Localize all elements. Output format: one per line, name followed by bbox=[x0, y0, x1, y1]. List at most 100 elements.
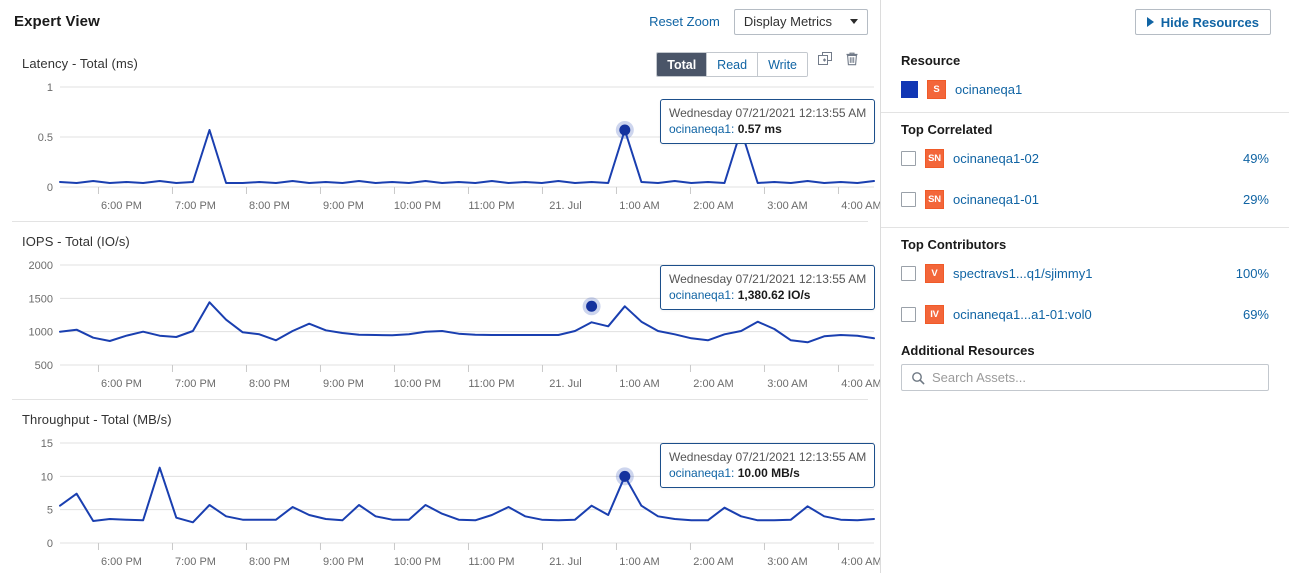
resources-sidebar: Hide Resources Resource S ocinaneqa1 Top… bbox=[880, 0, 1289, 573]
svg-text:10:00 PM: 10:00 PM bbox=[394, 378, 441, 390]
trash-icon[interactable] bbox=[844, 51, 860, 72]
svg-text:0: 0 bbox=[47, 182, 53, 194]
svg-text:4:00 AM: 4:00 AM bbox=[841, 556, 880, 568]
list-item[interactable]: S ocinaneqa1 bbox=[901, 74, 1269, 104]
svg-text:6:00 PM: 6:00 PM bbox=[101, 200, 142, 212]
tooltip-value: 0.57 ms bbox=[738, 122, 782, 136]
svg-text:4:00 AM: 4:00 AM bbox=[841, 378, 880, 390]
svg-text:6:00 PM: 6:00 PM bbox=[101, 556, 142, 568]
display-metrics-select[interactable]: Display Metrics bbox=[734, 9, 868, 35]
resource-link[interactable]: ocinaneqa1 bbox=[955, 82, 1022, 97]
resource-link[interactable]: ocinaneqa1-02 bbox=[953, 151, 1039, 166]
chart-body-iops[interactable]: 5001000150020006:00 PM7:00 PM8:00 PM9:00… bbox=[12, 251, 868, 399]
chart-panel-iops: IOPS - Total (IO/s) 500 1000 1500 2000 6:00 … bbox=[12, 222, 868, 400]
list-item[interactable]: SN ocinaneqa1-01 29% bbox=[901, 184, 1269, 214]
tooltip-series-row: ocinaneqa1: 10.00 MB/s bbox=[669, 465, 866, 481]
svg-text:2:00 AM: 2:00 AM bbox=[693, 556, 733, 568]
sidebar-divider bbox=[881, 227, 1289, 228]
svg-text:9:00 PM: 9:00 PM bbox=[323, 556, 364, 568]
chart-canvas-latency[interactable]: 00.516:00 PM7:00 PM8:00 PM9:00 PM10:00 P… bbox=[12, 73, 880, 221]
add-to-dashboard-icon[interactable] bbox=[817, 51, 833, 72]
row-checkbox[interactable] bbox=[901, 266, 916, 281]
svg-text:21. Jul: 21. Jul bbox=[549, 378, 581, 390]
correlation-percent: 49% bbox=[1243, 151, 1269, 166]
chart-body-latency[interactable]: 00.516:00 PM7:00 PM8:00 PM9:00 PM10:00 P… bbox=[12, 73, 868, 221]
svg-text:1000: 1000 bbox=[29, 327, 53, 339]
resource-link[interactable]: ocinaneqa1...a1-01:vol0 bbox=[953, 307, 1092, 322]
display-metrics-label: Display Metrics bbox=[744, 14, 832, 29]
main-panel: Expert View Reset Zoom Display Metrics L… bbox=[0, 0, 880, 573]
chart-title-iops: IOPS - Total (IO/s) bbox=[12, 222, 868, 251]
top-contributors-section: Top Contributors V spectravs1...q1/sjimm… bbox=[881, 237, 1289, 391]
svg-text:8:00 PM: 8:00 PM bbox=[249, 200, 290, 212]
chart-body-throughput[interactable]: 0510156:00 PM7:00 PM8:00 PM9:00 PM10:00 … bbox=[12, 429, 868, 577]
hide-resources-label: Hide Resources bbox=[1161, 15, 1259, 30]
metric-toggle-latency[interactable]: Total Read Write bbox=[656, 52, 808, 77]
tooltip-timestamp: Wednesday 07/21/2021 12:13:55 AM bbox=[669, 449, 866, 465]
tooltip-series-row: ocinaneqa1: 1,380.62 IO/s bbox=[669, 287, 866, 303]
hide-resources-button[interactable]: Hide Resources bbox=[1135, 9, 1271, 35]
top-correlated-title: Top Correlated bbox=[901, 122, 1269, 137]
row-checkbox[interactable] bbox=[901, 151, 916, 166]
contribution-percent: 100% bbox=[1236, 266, 1269, 281]
resource-section-title: Resource bbox=[901, 53, 1269, 68]
search-input[interactable] bbox=[932, 365, 1268, 390]
svg-text:7:00 PM: 7:00 PM bbox=[175, 200, 216, 212]
series-color-swatch bbox=[901, 81, 918, 98]
row-checkbox[interactable] bbox=[901, 192, 916, 207]
svg-text:1:00 AM: 1:00 AM bbox=[619, 200, 659, 212]
svg-text:4:00 AM: 4:00 AM bbox=[841, 200, 880, 212]
svg-text:9:00 PM: 9:00 PM bbox=[323, 200, 364, 212]
tooltip-series-name: ocinaneqa1: bbox=[669, 288, 734, 302]
expert-view-page: Expert View Reset Zoom Display Metrics L… bbox=[0, 0, 1289, 573]
reset-zoom-button[interactable]: Reset Zoom bbox=[649, 14, 720, 29]
internal-volume-badge-icon: IV bbox=[925, 305, 944, 324]
svg-text:3:00 AM: 3:00 AM bbox=[767, 378, 807, 390]
row-checkbox[interactable] bbox=[901, 307, 916, 322]
svg-text:2:00 AM: 2:00 AM bbox=[693, 200, 733, 212]
sidebar-toolbar: Hide Resources bbox=[881, 0, 1289, 44]
svg-text:10: 10 bbox=[41, 471, 53, 483]
svg-text:7:00 PM: 7:00 PM bbox=[175, 378, 216, 390]
resource-link[interactable]: ocinaneqa1-01 bbox=[953, 192, 1039, 207]
svg-text:2000: 2000 bbox=[29, 260, 53, 272]
page-title: Expert View bbox=[14, 13, 100, 30]
chart-tooltip-throughput: Wednesday 07/21/2021 12:13:55 AM ocinane… bbox=[660, 443, 875, 488]
storage-node-badge-icon: SN bbox=[925, 190, 944, 209]
search-assets-field[interactable] bbox=[901, 364, 1269, 391]
svg-text:1500: 1500 bbox=[29, 293, 53, 305]
toolbar: Expert View Reset Zoom Display Metrics bbox=[0, 0, 880, 44]
resource-link[interactable]: spectravs1...q1/sjimmy1 bbox=[953, 266, 1092, 281]
resource-section: Resource S ocinaneqa1 bbox=[881, 53, 1289, 104]
triangle-right-icon bbox=[1147, 17, 1154, 27]
toggle-total[interactable]: Total bbox=[657, 53, 707, 76]
svg-text:11:00 PM: 11:00 PM bbox=[468, 556, 514, 568]
chart-panel-throughput: Throughput - Total (MB/s) 0510156:00 PM7… bbox=[12, 400, 868, 577]
additional-resources-title: Additional Resources bbox=[901, 343, 1269, 358]
svg-text:0.5: 0.5 bbox=[38, 132, 53, 144]
sidebar-divider bbox=[881, 112, 1289, 113]
svg-text:0: 0 bbox=[47, 538, 53, 550]
svg-text:6:00 PM: 6:00 PM bbox=[101, 378, 142, 390]
toolbar-actions: Reset Zoom Display Metrics bbox=[649, 9, 868, 35]
top-contributors-title: Top Contributors bbox=[901, 237, 1269, 252]
svg-text:11:00 PM: 11:00 PM bbox=[468, 200, 514, 212]
contribution-percent: 69% bbox=[1243, 307, 1269, 322]
svg-text:500: 500 bbox=[35, 360, 53, 372]
list-item[interactable]: V spectravs1...q1/sjimmy1 100% bbox=[901, 258, 1269, 288]
svg-text:21. Jul: 21. Jul bbox=[549, 556, 581, 568]
list-item[interactable]: SN ocinaneqa1-02 49% bbox=[901, 143, 1269, 173]
svg-text:1: 1 bbox=[47, 82, 53, 94]
chart-actions-latency bbox=[817, 51, 860, 72]
svg-text:21. Jul: 21. Jul bbox=[549, 200, 581, 212]
svg-text:3:00 AM: 3:00 AM bbox=[767, 200, 807, 212]
svg-text:5: 5 bbox=[47, 505, 53, 517]
storage-node-badge-icon: SN bbox=[925, 149, 944, 168]
toggle-write[interactable]: Write bbox=[758, 53, 807, 76]
list-item[interactable]: IV ocinaneqa1...a1-01:vol0 69% bbox=[901, 299, 1269, 329]
tooltip-series-name: ocinaneqa1: bbox=[669, 122, 734, 136]
svg-text:3:00 AM: 3:00 AM bbox=[767, 556, 807, 568]
toggle-read[interactable]: Read bbox=[707, 53, 758, 76]
svg-text:2:00 AM: 2:00 AM bbox=[693, 378, 733, 390]
search-icon bbox=[911, 371, 925, 385]
